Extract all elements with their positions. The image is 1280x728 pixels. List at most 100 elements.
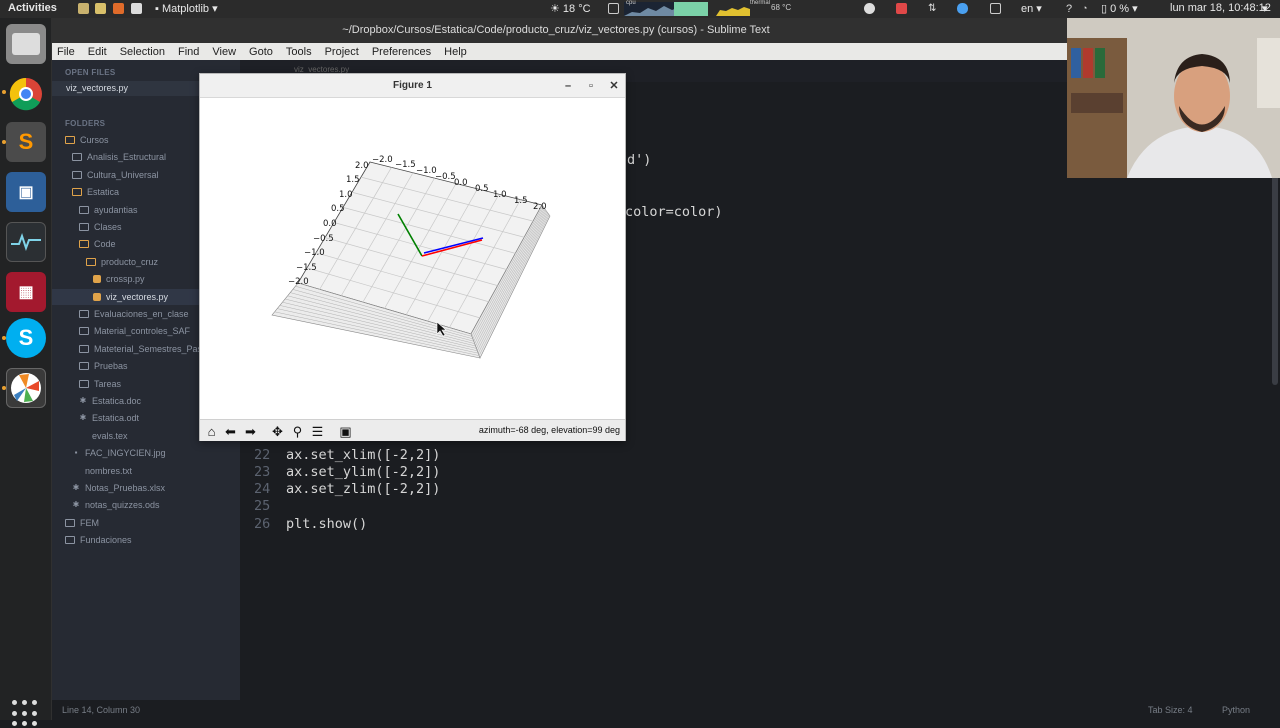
figure-titlebar[interactable]: Figure 1 – ▫ ✕ — [200, 74, 625, 98]
file-icon — [72, 467, 80, 475]
menu-preferences[interactable]: Preferences — [372, 46, 431, 58]
tick-label-top: 1.0 — [493, 190, 507, 200]
virtualbox-launcher-icon[interactable]: ▣ — [6, 172, 46, 212]
tree-item[interactable]: Code — [79, 236, 116, 252]
running-indicator — [2, 140, 6, 144]
chrome-launcher-icon[interactable] — [6, 74, 46, 114]
tree-item[interactable]: ayudantias — [79, 202, 138, 218]
tree-item[interactable]: Mateterial_Semestres_Pasa — [79, 341, 207, 357]
files-launcher-icon[interactable] — [6, 24, 46, 64]
tree-item-label: Fundaciones — [80, 535, 132, 546]
tree-item[interactable]: Evaluaciones_en_clase — [79, 306, 189, 322]
app-menu[interactable]: ▪ Matplotlib ▾ — [155, 2, 218, 15]
tree-item-label: Cultura_Universal — [87, 169, 159, 180]
minimize-icon[interactable]: – — [560, 74, 576, 98]
system-menu-icon[interactable]: ▾ — [1262, 2, 1268, 15]
code-line: 25 — [254, 498, 286, 515]
battery-indicator[interactable]: ▯ 0 % ▾ — [1101, 2, 1138, 15]
display-icon[interactable] — [990, 3, 1001, 14]
folder-icon — [65, 518, 75, 527]
forward-icon[interactable]: ➡ — [242, 423, 259, 440]
menu-tools[interactable]: Tools — [286, 46, 312, 58]
matplotlib-figure-window[interactable]: Figure 1 – ▫ ✕ −2.0 −1.5 −1.0 −0.5 0.0 0… — [199, 73, 626, 441]
weather-indicator[interactable]: ☀ 18 °C — [550, 2, 591, 15]
matplotlib-launcher-icon[interactable] — [6, 368, 46, 408]
webcam-overlay — [1067, 18, 1280, 178]
tab-size[interactable]: Tab Size: 4 — [1148, 700, 1193, 720]
menu-file[interactable]: File — [57, 46, 75, 58]
folder-icon — [79, 310, 89, 318]
figure-title: Figure 1 — [393, 80, 432, 91]
tree-item[interactable]: ✱ Notas_Pruebas.xlsx — [72, 480, 165, 496]
menu-project[interactable]: Project — [325, 46, 359, 58]
zoom-icon[interactable]: ⚲ — [289, 423, 306, 440]
tree-item[interactable]: Cultura_Universal — [72, 167, 159, 183]
dropbox-icon[interactable]: ⇅ — [928, 3, 939, 14]
chrome-tray-icon[interactable] — [864, 3, 875, 14]
clock[interactable]: lun mar 18, 10:48:12 — [1170, 2, 1271, 14]
tree-item[interactable]: ▪ FAC_INGYCIEN.jpg — [72, 445, 166, 461]
code-line: 23 ax.set_ylim([-2,2]) — [254, 464, 440, 481]
record-icon[interactable] — [896, 3, 907, 14]
tree-item[interactable]: evals.tex — [79, 428, 128, 444]
menu-find[interactable]: Find — [178, 46, 199, 58]
back-icon[interactable]: ⬅ — [222, 423, 239, 440]
home-icon[interactable]: ⌂ — [203, 423, 220, 440]
network-icon[interactable]: ◔ — [1082, 3, 1093, 14]
mendeley-launcher-icon[interactable]: ▦ — [6, 272, 46, 312]
battery-label: 0 % — [1110, 3, 1130, 15]
menu-help[interactable]: Help — [444, 46, 467, 58]
menu-goto[interactable]: Goto — [249, 46, 273, 58]
save-icon[interactable]: ▣ — [337, 423, 354, 440]
line-number: 25 — [254, 498, 271, 514]
tray-icon-1[interactable] — [78, 3, 89, 14]
skype-launcher-icon[interactable]: S — [6, 318, 46, 358]
sublime-launcher-icon[interactable]: S — [6, 122, 46, 162]
tree-item[interactable]: Analisis_Estructural — [72, 149, 166, 165]
menu-selection[interactable]: Selection — [120, 46, 165, 58]
tick-label-top: −1.0 — [416, 166, 437, 176]
plot-canvas[interactable]: −2.0 −1.5 −1.0 −0.5 0.0 0.5 1.0 1.5 2.0 … — [200, 98, 625, 419]
tree-item-label: FEM — [80, 517, 99, 528]
syntax-mode[interactable]: Python — [1222, 700, 1250, 720]
skype-tray-icon[interactable] — [957, 3, 968, 14]
tree-item[interactable]: Cursos — [65, 132, 109, 148]
menu-edit[interactable]: Edit — [88, 46, 107, 58]
activities-button[interactable]: Activities — [8, 2, 57, 14]
temperature-label: 68 °C — [771, 3, 792, 12]
tree-item[interactable]: Clases — [79, 219, 122, 235]
tree-item-label: ayudantias — [94, 204, 138, 215]
tree-item[interactable]: viz_vectores.py — [93, 289, 168, 305]
tray-icon-4[interactable] — [131, 3, 142, 14]
dock: S ▣ ▦ S — [0, 18, 52, 727]
tray-icon-2[interactable] — [95, 3, 106, 14]
show-applications-button[interactable] — [12, 700, 40, 728]
tree-item[interactable]: ✱ notas_quizzes.ods — [72, 497, 160, 513]
tree-item[interactable]: crossp.py — [93, 271, 145, 287]
maximize-icon[interactable]: ▫ — [583, 74, 599, 98]
tree-item[interactable]: Fundaciones — [65, 532, 132, 548]
tree-item[interactable]: Estatica — [72, 184, 119, 200]
menu-view[interactable]: View — [212, 46, 236, 58]
chrome-icon — [9, 77, 42, 111]
tree-item[interactable]: Tareas — [79, 376, 121, 392]
configure-subplots-icon[interactable]: ☰ — [309, 423, 326, 440]
tree-item[interactable]: FEM — [65, 515, 99, 531]
tree-item[interactable]: ✱ Estatica.odt — [79, 410, 139, 426]
close-icon[interactable]: ✕ — [606, 74, 622, 98]
pan-icon[interactable]: ✥ — [269, 423, 286, 440]
tree-item-label: producto_cruz — [101, 256, 159, 267]
system-monitor-launcher-icon[interactable] — [6, 222, 46, 262]
tree-item[interactable]: ✱ Estatica.doc — [79, 393, 141, 409]
tree-item[interactable]: Pruebas — [79, 358, 128, 374]
mem-graph — [674, 2, 708, 16]
figure-toolbar: ⌂ ⬅ ➡ ✥ ⚲ ☰ ▣ azimuth=-68 deg, elevation… — [200, 419, 625, 441]
tree-item[interactable]: Material_controles_SAF — [79, 323, 190, 339]
language-indicator[interactable]: en ▾ — [1021, 2, 1042, 15]
app-menu-label: Matplotlib — [161, 3, 210, 15]
screenshot-icon[interactable] — [608, 3, 619, 14]
tree-item[interactable]: nombres.txt — [72, 463, 132, 479]
help-icon[interactable]: ? — [1066, 3, 1077, 15]
tree-item[interactable]: producto_cruz — [86, 254, 158, 270]
tray-icon-3[interactable] — [113, 3, 124, 14]
